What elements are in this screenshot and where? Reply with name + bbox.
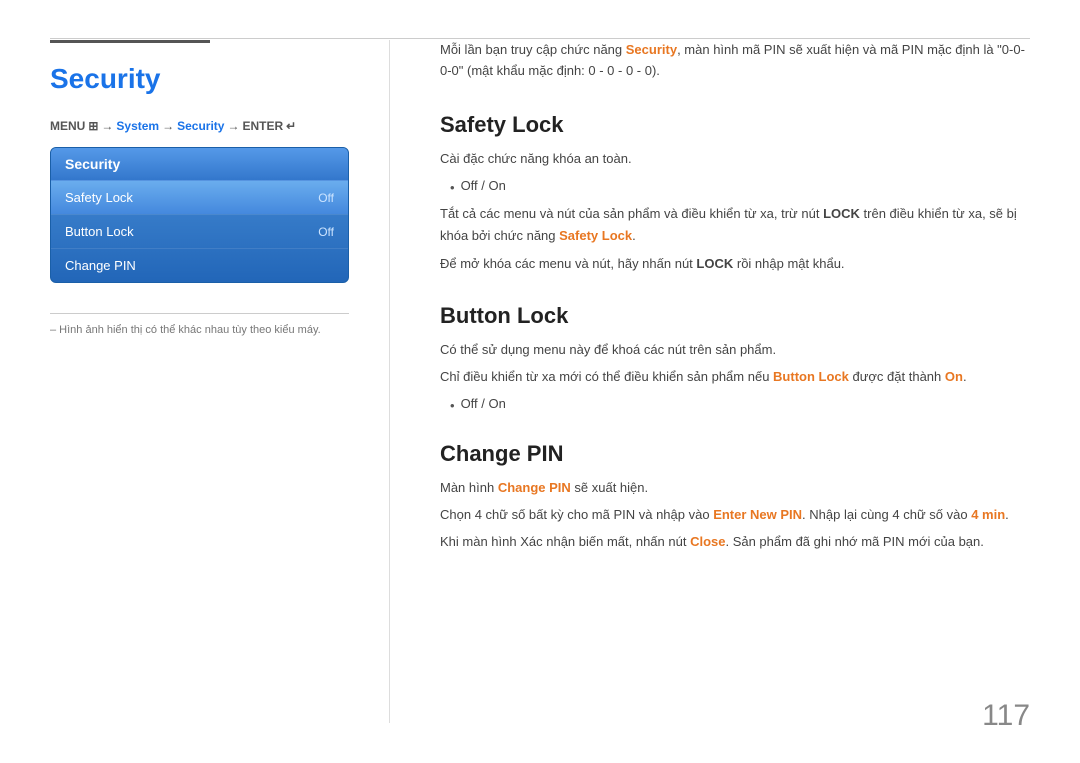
safety-lock-title: Safety Lock bbox=[440, 112, 1030, 138]
breadcrumb-system: System bbox=[116, 119, 159, 133]
left-column: Security MENU ⊞ → System → Security → EN… bbox=[50, 40, 390, 723]
enter-new-pin-keyword: Enter New PIN bbox=[713, 507, 802, 522]
change-pin-title: Change PIN bbox=[440, 441, 1030, 467]
breadcrumb-enter: ENTER bbox=[242, 119, 283, 133]
safety-lock-desc1: Cài đặc chức năng khóa an toàn. bbox=[440, 148, 1030, 170]
button-lock-option: Off / On bbox=[461, 396, 506, 411]
breadcrumb-arrow1: → bbox=[101, 119, 113, 133]
menu-item-change-pin[interactable]: Change PIN bbox=[51, 248, 348, 282]
button-lock-desc1: Có thể sử dụng menu này để khoá các nút … bbox=[440, 339, 1030, 361]
intro-highlight: Security bbox=[626, 42, 677, 57]
menu-box: Security Safety Lock Off Button Lock Off… bbox=[50, 147, 349, 283]
top-divider bbox=[50, 40, 210, 43]
safety-lock-keyword: Safety Lock bbox=[559, 228, 632, 243]
button-lock-title: Button Lock bbox=[440, 303, 1030, 329]
button-lock-desc2: Chỉ điều khiển từ xa mới có thể điều khi… bbox=[440, 366, 1030, 388]
on-keyword: On bbox=[945, 369, 963, 384]
menu-item-safety-lock[interactable]: Safety Lock Off bbox=[51, 180, 348, 214]
close-keyword: Close bbox=[690, 534, 725, 549]
safety-lock-bullet: • Off / On bbox=[450, 178, 1030, 195]
change-pin-desc1: Màn hình Change PIN sẽ xuất hiện. bbox=[440, 477, 1030, 499]
breadcrumb-menu: MENU bbox=[50, 119, 85, 133]
safety-lock-section: Safety Lock Cài đặc chức năng khóa an to… bbox=[440, 112, 1030, 275]
top-rule bbox=[50, 38, 1030, 39]
breadcrumb: MENU ⊞ → System → Security → ENTER ↵ bbox=[50, 119, 349, 133]
menu-item-safety-lock-value: Off bbox=[318, 191, 334, 205]
button-lock-section: Button Lock Có thể sử dụng menu này để k… bbox=[440, 303, 1030, 413]
section-title: Security bbox=[50, 63, 349, 95]
menu-item-button-lock-value: Off bbox=[318, 225, 334, 239]
menu-item-button-lock-label: Button Lock bbox=[65, 224, 134, 239]
breadcrumb-menu-icon: ⊞ bbox=[88, 119, 98, 133]
lock-keyword: LOCK bbox=[823, 206, 860, 221]
breadcrumb-enter-icon: ↵ bbox=[286, 119, 296, 133]
bullet-dot2: • bbox=[450, 398, 455, 413]
menu-item-button-lock[interactable]: Button Lock Off bbox=[51, 214, 348, 248]
menu-item-change-pin-label: Change PIN bbox=[65, 258, 136, 273]
4min-keyword: 4 min bbox=[971, 507, 1005, 522]
change-pin-keyword: Change PIN bbox=[498, 480, 571, 495]
safety-lock-option: Off / On bbox=[461, 178, 506, 193]
menu-item-safety-lock-label: Safety Lock bbox=[65, 190, 133, 205]
button-lock-bullet: • Off / On bbox=[450, 396, 1030, 413]
footnote: – Hình ảnh hiển thị có thể khác nhau tùy… bbox=[50, 313, 349, 336]
safety-lock-desc3: Để mở khóa các menu và nút, hãy nhấn nút… bbox=[440, 253, 1030, 275]
change-pin-desc2: Chọn 4 chữ số bất kỳ cho mã PIN và nhập … bbox=[440, 504, 1030, 526]
safety-lock-desc2: Tắt cả các menu và nút của sản phẩm và đ… bbox=[440, 203, 1030, 247]
change-pin-desc3: Khi màn hình Xác nhận biến mất, nhấn nút… bbox=[440, 531, 1030, 553]
lock-keyword2: LOCK bbox=[696, 256, 733, 271]
breadcrumb-security: Security bbox=[177, 119, 224, 133]
right-column: Mỗi lần bạn truy cập chức năng Security,… bbox=[440, 40, 1030, 723]
breadcrumb-arrow3: → bbox=[227, 119, 239, 133]
menu-box-header: Security bbox=[51, 148, 348, 180]
bullet-dot: • bbox=[450, 180, 455, 195]
change-pin-section: Change PIN Màn hình Change PIN sẽ xuất h… bbox=[440, 441, 1030, 553]
intro-text: Mỗi lần bạn truy cập chức năng Security,… bbox=[440, 40, 1030, 82]
button-lock-keyword: Button Lock bbox=[773, 369, 849, 384]
page-number: 117 bbox=[982, 699, 1030, 733]
breadcrumb-arrow2: → bbox=[162, 119, 174, 133]
